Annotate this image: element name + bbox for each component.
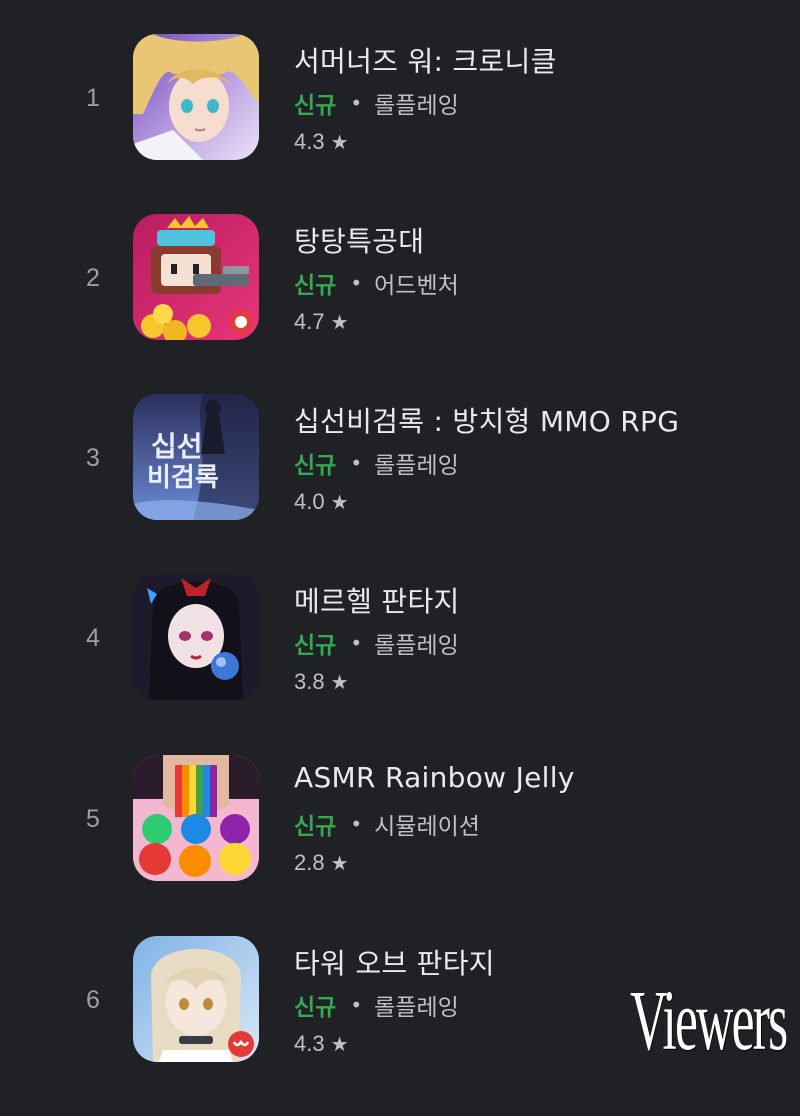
rank-number: 6 [86, 986, 100, 1014]
separator-dot: • [350, 451, 363, 475]
app-row-2[interactable]: 2 탕탕특공대 신규 • 어드벤처 4.7 ★ [0, 214, 800, 394]
rating-value: 4.7 [294, 309, 325, 334]
rank-number: 3 [86, 444, 100, 472]
separator-dot: • [350, 812, 363, 836]
merhel-fantasy-icon[interactable] [133, 574, 259, 700]
rating-value: 2.8 [294, 850, 325, 875]
new-badge: 신규 [294, 633, 337, 659]
app-meta: 신규 • 롤플레잉 [294, 988, 459, 1022]
star-icon: ★ [330, 1033, 349, 1056]
separator-dot: • [350, 993, 363, 1017]
app-category: 시뮬레이션 [374, 814, 480, 840]
tangtang-special-forces-icon[interactable] [133, 214, 259, 340]
rating-value: 4.0 [294, 489, 325, 514]
svg-text:십선: 십선 [151, 430, 203, 463]
app-category: 롤플레잉 [374, 633, 459, 659]
rating-value: 4.3 [294, 1031, 325, 1056]
star-icon: ★ [330, 491, 349, 514]
app-title: 탕탕특공대 [294, 225, 425, 258]
summoners-war-chronicles-icon[interactable] [133, 34, 259, 160]
app-meta: 신규 • 롤플레잉 [294, 86, 459, 120]
top-charts-list: 1 서머너즈 워: 크로니클 신규 • 롤플레잉 4.3 ★ 2 탕탕특공대 신… [0, 0, 800, 1073]
separator-dot: • [350, 631, 363, 655]
app-category: 롤플레잉 [374, 995, 459, 1021]
app-category: 롤플레잉 [374, 453, 459, 479]
app-row-5[interactable]: 5 ASMR Rainbow Jelly 신규 • 시뮬레이션 2.8 ★ [0, 755, 800, 935]
viewers-watermark: Viewers [629, 972, 788, 1068]
star-icon: ★ [330, 671, 349, 694]
separator-dot: • [350, 91, 363, 115]
app-rating: 4.7 ★ [294, 309, 349, 335]
app-rating: 4.3 ★ [294, 129, 349, 155]
new-badge: 신규 [294, 93, 337, 119]
app-rating: 2.8 ★ [294, 850, 349, 876]
rank-number: 4 [86, 624, 100, 652]
separator-dot: • [350, 271, 363, 295]
app-rating: 4.3 ★ [294, 1031, 349, 1057]
svg-text:비검록: 비검록 [147, 463, 219, 493]
app-row-3[interactable]: 3 십선 비검록 십선비검록 : 방치형 MMO RPG 신규 • 롤플레잉 4… [0, 394, 800, 574]
new-badge: 신규 [294, 995, 337, 1021]
app-meta: 신규 • 시뮬레이션 [294, 807, 480, 841]
app-meta: 신규 • 롤플레잉 [294, 626, 459, 660]
app-title: 십선비검록 : 방치형 MMO RPG [294, 405, 680, 438]
rank-number: 2 [86, 264, 100, 292]
asmr-rainbow-jelly-icon[interactable] [133, 755, 259, 881]
rank-number: 1 [86, 84, 100, 112]
app-title: ASMR Rainbow Jelly [294, 761, 575, 794]
star-icon: ★ [330, 311, 349, 334]
star-icon: ★ [330, 852, 349, 875]
app-rating: 3.8 ★ [294, 669, 349, 695]
app-title: 타워 오브 판타지 [294, 947, 495, 980]
rating-value: 3.8 [294, 669, 325, 694]
app-category: 롤플레잉 [374, 93, 459, 119]
tower-of-fantasy-icon[interactable] [133, 936, 259, 1062]
rating-value: 4.3 [294, 129, 325, 154]
app-meta: 신규 • 어드벤처 [294, 266, 459, 300]
star-icon: ★ [330, 131, 349, 154]
app-row-4[interactable]: 4 메르헬 판타지 신규 • 롤플레잉 3.8 ★ [0, 574, 800, 754]
app-title: 메르헬 판타지 [294, 585, 460, 618]
app-meta: 신규 • 롤플레잉 [294, 446, 459, 480]
app-row-1[interactable]: 1 서머너즈 워: 크로니클 신규 • 롤플레잉 4.3 ★ [0, 34, 800, 214]
app-rating: 4.0 ★ [294, 489, 349, 515]
new-badge: 신규 [294, 453, 337, 479]
sipseon-bigeomrok-icon[interactable]: 십선 비검록 [133, 394, 259, 520]
app-category: 어드벤처 [374, 273, 459, 299]
new-badge: 신규 [294, 814, 337, 840]
app-title: 서머너즈 워: 크로니클 [294, 45, 557, 78]
new-badge: 신규 [294, 273, 337, 299]
rank-number: 5 [86, 805, 100, 833]
